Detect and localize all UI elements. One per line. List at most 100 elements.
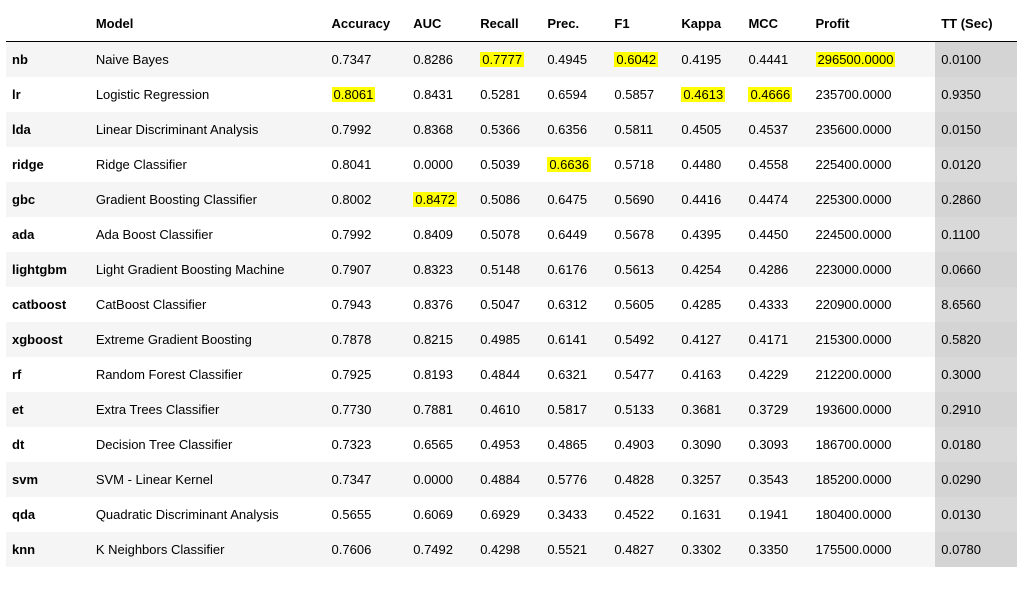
- row-model: Ridge Classifier: [90, 147, 326, 182]
- cell-recall: 0.5078: [474, 217, 541, 252]
- cell-kappa: 0.4416: [675, 182, 742, 217]
- cell-tt: 0.0660: [935, 252, 1017, 287]
- cell-auc: 0.8286: [407, 42, 474, 78]
- cell-f1: 0.5718: [608, 147, 675, 182]
- cell-prec: 0.6141: [541, 322, 608, 357]
- cell-f1: 0.5133: [608, 392, 675, 427]
- row-id: lightgbm: [6, 252, 90, 287]
- cell-prec: 0.4945: [541, 42, 608, 78]
- cell-kappa: 0.4195: [675, 42, 742, 78]
- cell-mcc: 0.3350: [742, 532, 809, 567]
- row-model: Random Forest Classifier: [90, 357, 326, 392]
- cell-f1: 0.4827: [608, 532, 675, 567]
- cell-prec: 0.5776: [541, 462, 608, 497]
- highlight: 0.4666: [748, 87, 792, 102]
- table-row: rfRandom Forest Classifier0.79250.81930.…: [6, 357, 1017, 392]
- cell-mcc: 0.4474: [742, 182, 809, 217]
- cell-f1: 0.5477: [608, 357, 675, 392]
- cell-accuracy: 0.5655: [326, 497, 408, 532]
- cell-kappa: 0.4505: [675, 112, 742, 147]
- cell-auc: 0.8409: [407, 217, 474, 252]
- cell-f1: 0.4903: [608, 427, 675, 462]
- row-model: Ada Boost Classifier: [90, 217, 326, 252]
- cell-f1: 0.5605: [608, 287, 675, 322]
- cell-mcc: 0.4229: [742, 357, 809, 392]
- table-row: nbNaive Bayes0.73470.82860.77770.49450.6…: [6, 42, 1017, 78]
- table-row: gbcGradient Boosting Classifier0.80020.8…: [6, 182, 1017, 217]
- cell-tt: 0.1100: [935, 217, 1017, 252]
- cell-auc: 0.7881: [407, 392, 474, 427]
- cell-profit: 224500.0000: [810, 217, 936, 252]
- cell-kappa: 0.4613: [675, 77, 742, 112]
- col-header-tt: TT (Sec): [935, 6, 1017, 42]
- row-id: dt: [6, 427, 90, 462]
- cell-mcc: 0.4450: [742, 217, 809, 252]
- cell-profit: 175500.0000: [810, 532, 936, 567]
- cell-mcc: 0.4171: [742, 322, 809, 357]
- cell-mcc: 0.4286: [742, 252, 809, 287]
- cell-prec: 0.5521: [541, 532, 608, 567]
- table-header-row: Model Accuracy AUC Recall Prec. F1 Kappa…: [6, 6, 1017, 42]
- row-id: lda: [6, 112, 90, 147]
- highlight: 0.8472: [413, 192, 457, 207]
- cell-mcc: 0.4333: [742, 287, 809, 322]
- row-id: ridge: [6, 147, 90, 182]
- cell-recall: 0.7777: [474, 42, 541, 78]
- row-model: Decision Tree Classifier: [90, 427, 326, 462]
- cell-accuracy: 0.7730: [326, 392, 408, 427]
- highlight: 296500.0000: [816, 52, 896, 67]
- row-model: CatBoost Classifier: [90, 287, 326, 322]
- table-row: dtDecision Tree Classifier0.73230.65650.…: [6, 427, 1017, 462]
- cell-auc: 0.8215: [407, 322, 474, 357]
- cell-prec: 0.6594: [541, 77, 608, 112]
- cell-recall: 0.5039: [474, 147, 541, 182]
- cell-f1: 0.5690: [608, 182, 675, 217]
- table-row: svmSVM - Linear Kernel0.73470.00000.4884…: [6, 462, 1017, 497]
- cell-accuracy: 0.7907: [326, 252, 408, 287]
- cell-f1: 0.5613: [608, 252, 675, 287]
- cell-kappa: 0.3257: [675, 462, 742, 497]
- cell-prec: 0.6176: [541, 252, 608, 287]
- cell-tt: 0.0180: [935, 427, 1017, 462]
- cell-auc: 0.0000: [407, 147, 474, 182]
- cell-profit: 185200.0000: [810, 462, 936, 497]
- cell-profit: 225300.0000: [810, 182, 936, 217]
- cell-accuracy: 0.7347: [326, 462, 408, 497]
- cell-tt: 0.0290: [935, 462, 1017, 497]
- cell-mcc: 0.3543: [742, 462, 809, 497]
- cell-kappa: 0.3681: [675, 392, 742, 427]
- cell-profit: 180400.0000: [810, 497, 936, 532]
- cell-f1: 0.5857: [608, 77, 675, 112]
- cell-mcc: 0.4441: [742, 42, 809, 78]
- row-id: qda: [6, 497, 90, 532]
- model-comparison-table: Model Accuracy AUC Recall Prec. F1 Kappa…: [6, 6, 1017, 567]
- row-model: Logistic Regression: [90, 77, 326, 112]
- cell-auc: 0.8472: [407, 182, 474, 217]
- cell-recall: 0.5047: [474, 287, 541, 322]
- cell-prec: 0.4865: [541, 427, 608, 462]
- cell-tt: 8.6560: [935, 287, 1017, 322]
- row-model: Naive Bayes: [90, 42, 326, 78]
- cell-profit: 225400.0000: [810, 147, 936, 182]
- cell-auc: 0.8323: [407, 252, 474, 287]
- cell-tt: 0.0150: [935, 112, 1017, 147]
- table-row: ridgeRidge Classifier0.80410.00000.50390…: [6, 147, 1017, 182]
- col-header-profit: Profit: [810, 6, 936, 42]
- cell-recall: 0.5281: [474, 77, 541, 112]
- cell-kappa: 0.3302: [675, 532, 742, 567]
- col-header-kappa: Kappa: [675, 6, 742, 42]
- cell-tt: 0.0130: [935, 497, 1017, 532]
- cell-mcc: 0.3093: [742, 427, 809, 462]
- table-body: nbNaive Bayes0.73470.82860.77770.49450.6…: [6, 42, 1017, 568]
- cell-tt: 0.2910: [935, 392, 1017, 427]
- row-id: rf: [6, 357, 90, 392]
- cell-prec: 0.6636: [541, 147, 608, 182]
- row-id: nb: [6, 42, 90, 78]
- cell-f1: 0.6042: [608, 42, 675, 78]
- cell-recall: 0.4884: [474, 462, 541, 497]
- cell-auc: 0.8376: [407, 287, 474, 322]
- col-header-accuracy: Accuracy: [326, 6, 408, 42]
- row-model: Extreme Gradient Boosting: [90, 322, 326, 357]
- cell-tt: 0.0100: [935, 42, 1017, 78]
- cell-prec: 0.6321: [541, 357, 608, 392]
